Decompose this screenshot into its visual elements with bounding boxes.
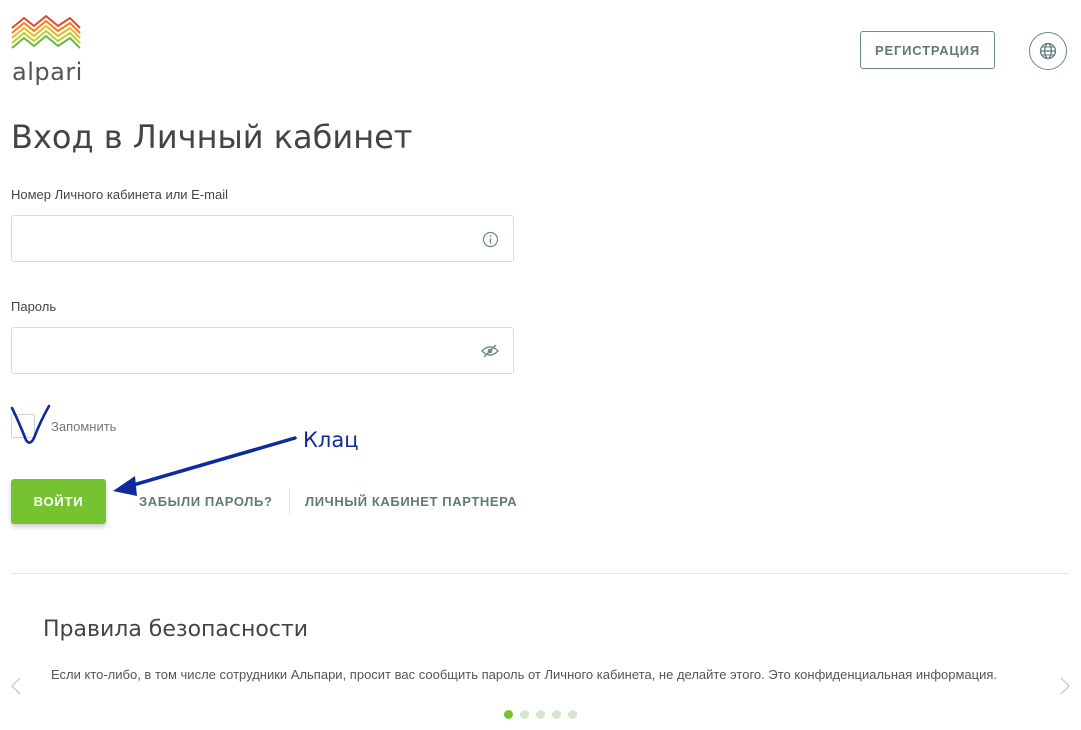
carousel-dot[interactable] bbox=[552, 710, 561, 719]
chevron-right-icon[interactable] bbox=[1059, 676, 1071, 696]
link-divider bbox=[289, 489, 290, 514]
section-divider bbox=[11, 573, 1069, 574]
carousel-dot[interactable] bbox=[520, 710, 529, 719]
security-title: Правила безопасности bbox=[43, 617, 309, 642]
forgot-password-link[interactable]: ЗАБЫЛИ ПАРОЛЬ? bbox=[139, 494, 273, 509]
password-input-box[interactable] bbox=[11, 327, 514, 374]
alpari-wordmark: alpari bbox=[12, 58, 83, 86]
annotation-arrow-icon bbox=[113, 436, 297, 496]
login-button[interactable]: ВОЙТИ bbox=[11, 479, 106, 524]
carousel-dots bbox=[504, 710, 577, 719]
carousel-dot[interactable] bbox=[568, 710, 577, 719]
password-input[interactable] bbox=[12, 328, 480, 373]
language-button[interactable] bbox=[1029, 32, 1067, 70]
info-icon[interactable] bbox=[481, 230, 499, 248]
carousel-dot[interactable] bbox=[504, 710, 513, 719]
checkmark-icon bbox=[10, 404, 51, 444]
login-input-box[interactable] bbox=[11, 215, 514, 262]
partner-cabinet-link[interactable]: ЛИЧНЫЙ КАБИНЕТ ПАРТНЕРА bbox=[305, 494, 517, 509]
password-label: Пароль bbox=[11, 299, 57, 314]
login-input[interactable] bbox=[12, 216, 480, 261]
page-title: Вход в Личный кабинет bbox=[11, 118, 413, 156]
register-button[interactable]: РЕГИСТРАЦИЯ bbox=[860, 31, 995, 69]
chevron-left-icon[interactable] bbox=[10, 676, 22, 696]
eye-hidden-icon[interactable] bbox=[481, 342, 499, 360]
annotation-label: Клац bbox=[303, 428, 359, 452]
globe-icon bbox=[1039, 42, 1057, 60]
carousel-dot[interactable] bbox=[536, 710, 545, 719]
login-label: Номер Личного кабинета или E-mail bbox=[11, 187, 228, 202]
security-text: Если кто-либо, в том числе сотрудники Ал… bbox=[51, 667, 998, 682]
